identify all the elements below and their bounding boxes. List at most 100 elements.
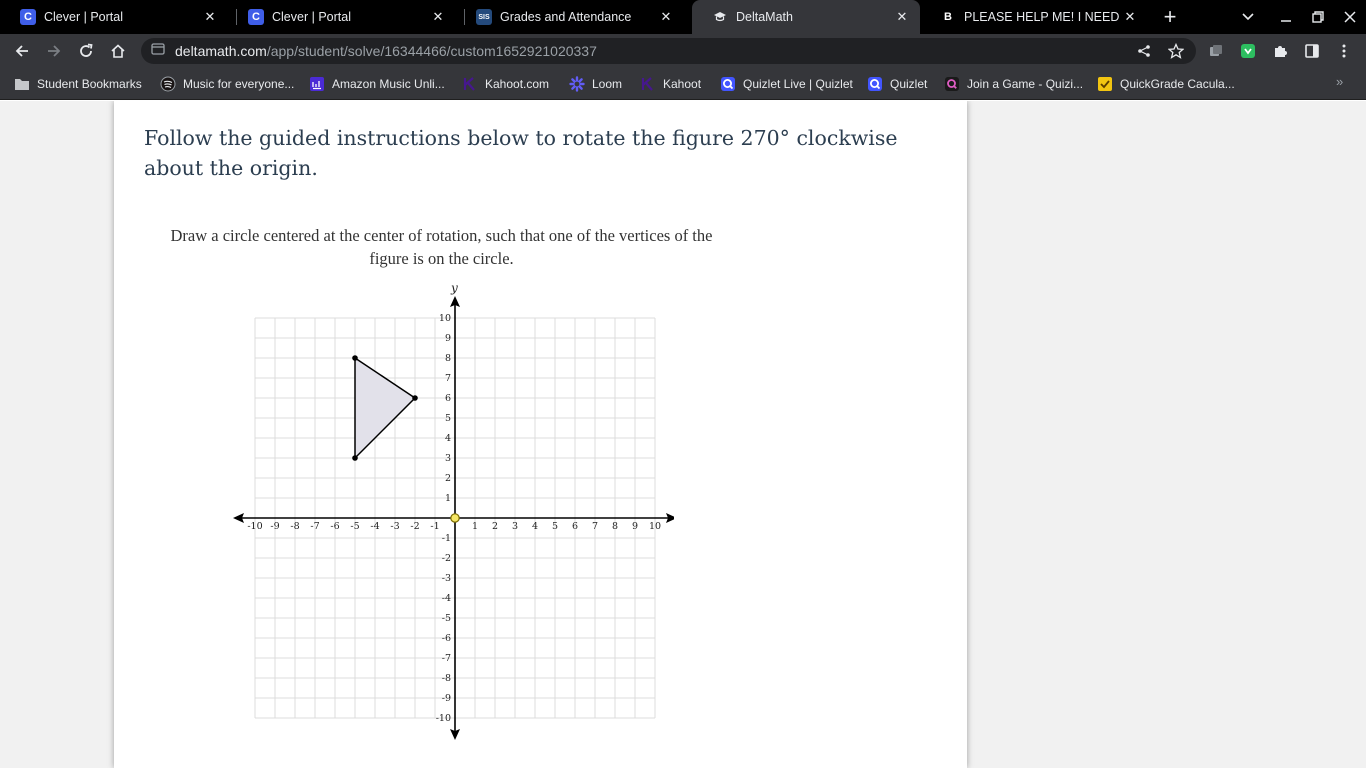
spotify-icon (160, 76, 176, 92)
tab-deltamath[interactable]: DeltaMath ✕ (692, 0, 920, 34)
bookmark-spotify[interactable]: Music for everyone... (160, 74, 294, 94)
home-button[interactable] (105, 38, 131, 64)
x-tick-label: -10 (247, 521, 262, 532)
coordinate-plane[interactable]: xy -10 -9 -8 -7 -6 -5 -4 -3 -2 -1 1 2 3 4 5 6 7 8 9 10 -10 -9… (214, 281, 674, 741)
page-background: Follow the guided instructions below to … (0, 101, 1366, 768)
bookmark-star-icon[interactable] (1163, 38, 1189, 64)
restore-button[interactable] (1306, 5, 1330, 29)
tab-grades[interactable]: SIS Grades and Attendance ✕ (456, 0, 684, 34)
menu-kebab-icon[interactable] (1331, 38, 1357, 64)
quizlet-icon (867, 76, 883, 92)
x-tick-label: -8 (290, 521, 299, 532)
triangle-vertex[interactable] (352, 355, 358, 361)
loom-icon (569, 76, 585, 92)
amazon-music-icon (309, 76, 325, 92)
y-tick-label: -6 (442, 633, 451, 644)
y-tick-label: -10 (436, 713, 451, 724)
quizlet-icon (720, 76, 736, 92)
x-tick-label: 2 (492, 521, 498, 532)
close-icon[interactable]: ✕ (428, 7, 448, 27)
brainly-icon: B (944, 11, 952, 23)
site-info-icon[interactable] (151, 42, 165, 61)
rotation-angle: 270° (740, 126, 790, 150)
y-tick-label: 4 (445, 433, 451, 444)
tab-brainly[interactable]: B PLEASE HELP ME! I NEED HEL ✕ (920, 0, 1148, 34)
bookmark-label: Quizlet (890, 77, 928, 91)
x-tick-label: -1 (430, 521, 439, 532)
y-tick-label: 5 (445, 413, 451, 424)
clever-c-icon: C (248, 9, 264, 25)
bookmark-loom[interactable]: Loom (569, 74, 622, 94)
bookmark-kahoot-com[interactable]: Kahoot.com (462, 74, 549, 94)
close-window-button[interactable] (1338, 5, 1362, 29)
extension-green-icon[interactable] (1235, 38, 1261, 64)
bookmarks-bar: Student Bookmarks Music for everyone... … (0, 68, 1366, 100)
bookmark-label: Quizlet Live | Quizlet (743, 77, 853, 91)
tab-clever-1[interactable]: C Clever | Portal ✕ (0, 0, 228, 34)
close-icon[interactable]: ✕ (892, 7, 912, 27)
bookmark-label: Kahoot (663, 77, 702, 91)
y-tick-label: 2 (445, 473, 451, 484)
forward-button[interactable] (41, 38, 67, 64)
step-instruction: Draw a circle centered at the center of … (170, 226, 713, 268)
y-axis-label: y (450, 281, 458, 295)
close-icon[interactable]: ✕ (1120, 7, 1140, 27)
share-icon[interactable] (1131, 38, 1157, 64)
x-tick-label: 8 (612, 521, 618, 532)
y-tick-label: -9 (442, 693, 451, 704)
y-tick-label: -3 (442, 573, 451, 584)
problem-text-prefix: Follow the guided instructions below to … (144, 126, 741, 150)
bookmark-quickgrade[interactable]: QuickGrade Cacula... (1097, 74, 1235, 94)
bookmark-label: Loom (592, 77, 623, 91)
bookmark-quizlet[interactable]: Quizlet (867, 74, 927, 94)
close-icon[interactable]: ✕ (200, 7, 220, 27)
bookmark-quizlet-live[interactable]: Quizlet Live | Quizlet (720, 74, 853, 94)
y-tick-label: -2 (442, 553, 451, 564)
address-bar[interactable]: deltamath.com/app/student/solve/16344466… (141, 38, 1196, 64)
extension-screen-icon[interactable] (1203, 38, 1229, 64)
browser-toolbar: deltamath.com/app/student/solve/16344466… (0, 34, 1366, 68)
y-tick-label: -8 (442, 673, 451, 684)
tab-strip: C Clever | Portal ✕ C Clever | Portal ✕ … (0, 0, 1366, 34)
y-tick-label: 10 (439, 313, 451, 324)
close-icon[interactable]: ✕ (656, 7, 676, 27)
bookmark-label: Amazon Music Unli... (332, 77, 445, 91)
tab-title: Grades and Attendance (500, 10, 632, 24)
x-tick-label: -7 (310, 521, 319, 532)
x-tick-label: -5 (350, 521, 359, 532)
triangle-figure[interactable] (352, 355, 460, 523)
bookmark-quizizz[interactable]: Join a Game - Quizi... (944, 74, 1083, 94)
minimize-button[interactable] (1274, 5, 1298, 29)
quizizz-icon (944, 76, 960, 92)
back-button[interactable] (9, 38, 35, 64)
extensions-puzzle-icon[interactable] (1267, 38, 1293, 64)
tab-search-chevron-icon[interactable] (1238, 7, 1258, 27)
x-tick-label: 7 (592, 521, 598, 532)
sis-icon: SIS (476, 9, 492, 25)
triangle[interactable] (354, 356, 417, 460)
triangle-vertex[interactable] (352, 455, 358, 461)
y-tick-label: -7 (442, 653, 451, 664)
url-host: deltamath.com (175, 43, 267, 59)
x-tick-label: 9 (632, 521, 638, 532)
bookmark-student-bookmarks[interactable]: Student Bookmarks (14, 74, 142, 94)
folder-icon (14, 76, 30, 92)
y-tick-label: 3 (445, 453, 451, 464)
bookmark-amazon-music[interactable]: Amazon Music Unli... (309, 74, 445, 94)
bookmark-kahoot[interactable]: Kahoot (640, 74, 701, 94)
center-of-rotation-point[interactable] (450, 513, 460, 523)
y-tick-label: 8 (445, 353, 451, 364)
x-tick-label: -9 (270, 521, 279, 532)
y-tick-label: -4 (442, 593, 451, 604)
reload-button[interactable] (73, 38, 99, 64)
new-tab-button[interactable]: + (1158, 4, 1182, 29)
bookmark-label: Kahoot.com (485, 77, 550, 91)
axes: xy (233, 281, 674, 740)
y-tick-label: 6 (445, 393, 451, 404)
y-tick-label: 7 (445, 373, 451, 384)
tab-clever-2[interactable]: C Clever | Portal ✕ (228, 0, 456, 34)
bookmark-label: Student Bookmarks (37, 77, 142, 91)
side-panel-icon[interactable] (1299, 38, 1325, 64)
triangle-vertex[interactable] (412, 395, 418, 401)
bookmarks-overflow-chevron-icon[interactable]: » (1336, 74, 1343, 89)
